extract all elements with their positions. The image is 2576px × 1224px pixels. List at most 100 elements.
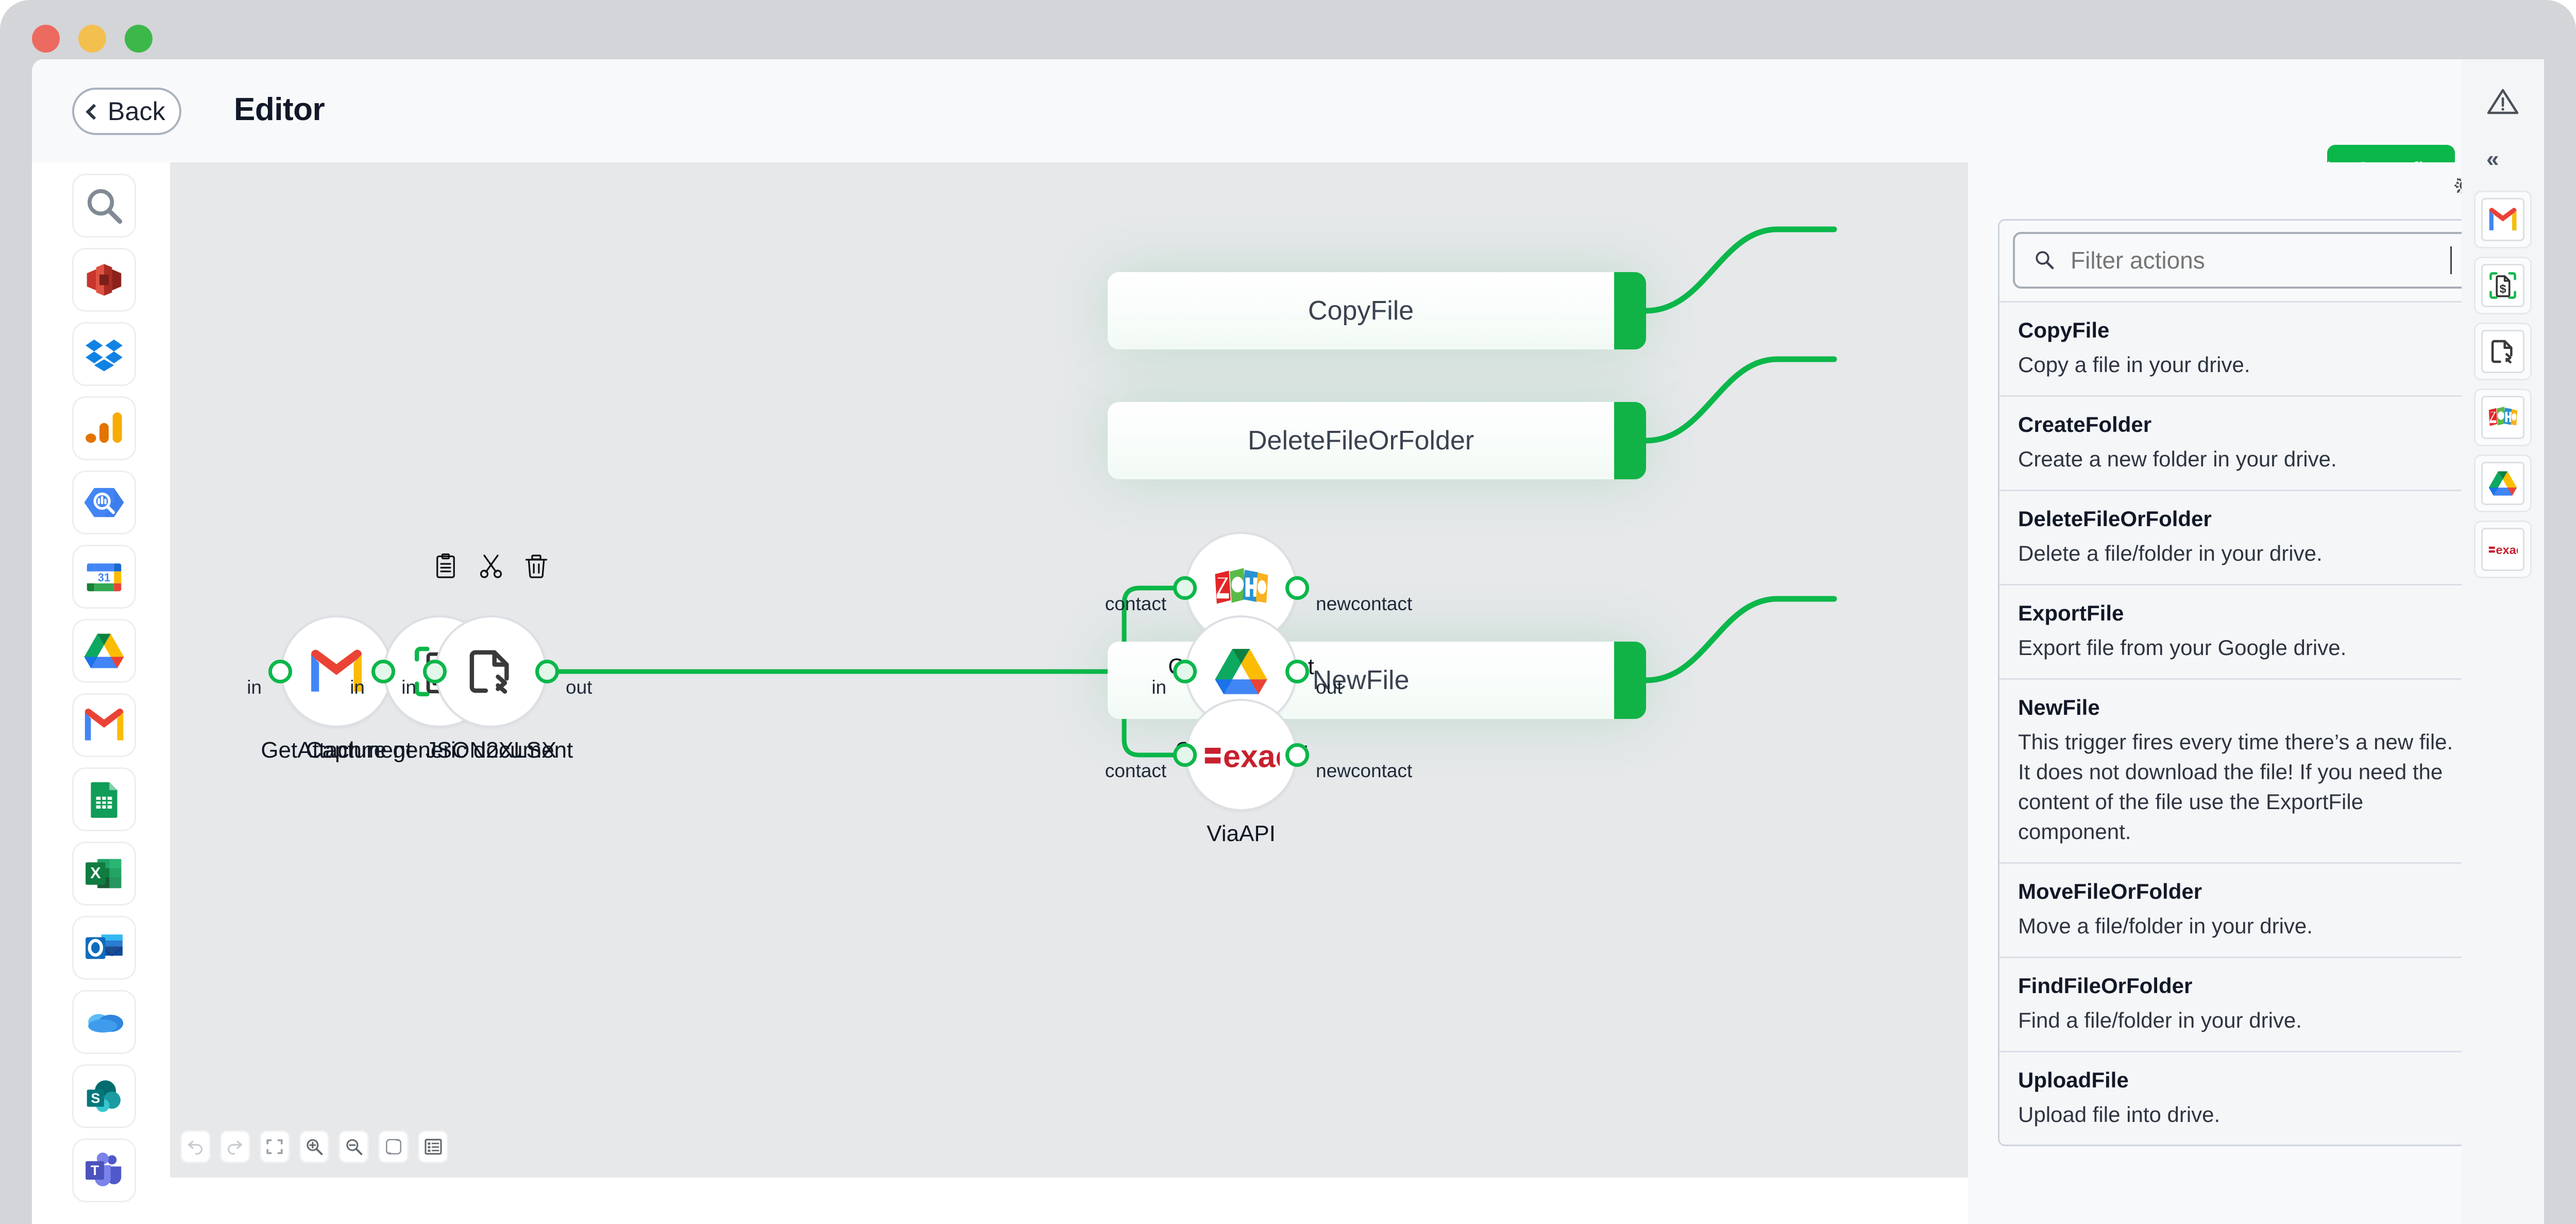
rail-item-search[interactable] xyxy=(72,174,136,238)
filter-field[interactable] xyxy=(2013,232,2471,289)
drop-card-connector-tab[interactable] xyxy=(1614,272,1646,349)
node-circle[interactable] xyxy=(435,615,547,728)
mini-rail-item-exact[interactable] xyxy=(2474,521,2532,578)
node-input-label: in xyxy=(401,677,416,698)
left-icon-rail xyxy=(32,162,170,1224)
actions-list: CopyFile Copy a file in your drive. Create… xyxy=(1999,301,2485,1145)
rail-item-gmail[interactable] xyxy=(72,693,136,757)
back-button[interactable]: Back xyxy=(72,88,181,135)
rail-item-microsoft-excel[interactable] xyxy=(72,842,136,906)
action-name: FindFileOrFolder xyxy=(2018,973,2193,998)
action-item[interactable]: UploadFile Upload file into drive. xyxy=(1999,1050,2485,1145)
drop-card-deletefileorfolder[interactable]: DeleteFileOrFolder xyxy=(1108,402,1646,479)
action-name: CreateFolder xyxy=(2018,412,2152,437)
node-input-label: in xyxy=(350,677,365,698)
list-view-button[interactable] xyxy=(418,1130,449,1163)
drop-card-copyfile[interactable]: CopyFile xyxy=(1108,272,1646,349)
action-item[interactable]: CopyFile Copy a file in your drive. xyxy=(1999,301,2485,395)
action-item[interactable]: FindFileOrFolder Find a file/folder in yo… xyxy=(1999,956,2485,1051)
fit-view-button[interactable] xyxy=(259,1130,290,1163)
node-input-label: in xyxy=(247,677,262,698)
node-input-port[interactable] xyxy=(1173,660,1197,683)
rail-item-aws-s3[interactable] xyxy=(72,248,136,312)
drop-card-connector-tab[interactable] xyxy=(1614,642,1646,719)
google-analytics-icon xyxy=(86,412,122,443)
back-button-label: Back xyxy=(108,97,165,126)
mini-rail-item-json2xlsx[interactable] xyxy=(2474,323,2532,380)
dropbox-icon xyxy=(86,339,123,372)
window-titlebar xyxy=(0,0,2576,59)
node-input-port[interactable] xyxy=(268,660,292,683)
zoom-in-button[interactable] xyxy=(299,1130,330,1163)
mini-rail-icon-frame xyxy=(2481,528,2524,571)
rail-item-bigquery[interactable] xyxy=(72,471,136,534)
action-item[interactable]: MoveFileOrFolder Move a file/folder in yo… xyxy=(1999,862,2485,957)
minimap-icon xyxy=(385,1139,401,1154)
node-input-port[interactable] xyxy=(1173,576,1197,600)
node-circle[interactable] xyxy=(1185,699,1297,811)
drop-card-label: CopyFile xyxy=(1308,296,1414,326)
mini-rail-item-zoho[interactable] xyxy=(2474,389,2532,446)
rail-item-onedrive[interactable] xyxy=(72,990,136,1054)
page-title: Editor xyxy=(234,92,325,127)
window-minimize-button[interactable] xyxy=(78,25,106,53)
warning-icon[interactable] xyxy=(2486,85,2519,118)
drop-card-label: DeleteFileOrFolder xyxy=(1247,426,1475,456)
rail-item-google-sheets[interactable] xyxy=(72,767,136,831)
google-drive-icon xyxy=(84,633,124,668)
collapse-rail-button[interactable]: « xyxy=(2486,148,2519,171)
action-item[interactable]: NewFile This trigger fires every time the… xyxy=(1999,678,2485,862)
action-description: Export file from your Google drive. xyxy=(2018,635,2347,660)
mini-rail-item-gmail[interactable] xyxy=(2474,191,2532,248)
mini-rail-item-capture-document[interactable] xyxy=(2474,257,2532,314)
window-frame: Back Editor » Start flow xyxy=(0,0,2576,1224)
app-header: Back Editor » Start flow xyxy=(32,59,2544,216)
action-item[interactable]: DeleteFileOrFolder Delete a file/folder i… xyxy=(1999,489,2485,584)
rail-item-google-analytics[interactable] xyxy=(72,396,136,460)
node-input-port[interactable] xyxy=(1173,743,1197,767)
node-input-port[interactable] xyxy=(371,660,395,683)
flow-canvas[interactable]: CopyFile DeleteFileOrFolder NewFile in G… xyxy=(170,162,1968,1178)
undo-button[interactable] xyxy=(180,1130,211,1163)
drop-card-connector-tab[interactable] xyxy=(1614,402,1646,479)
rail-item-google-calendar[interactable] xyxy=(72,545,136,609)
redo-button[interactable] xyxy=(219,1130,250,1163)
canvas-toolbar xyxy=(180,1127,449,1167)
window-maximize-button[interactable] xyxy=(125,25,152,53)
node-output-port[interactable] xyxy=(1285,576,1309,600)
node-output-port[interactable] xyxy=(1285,743,1309,767)
node-output-port[interactable] xyxy=(535,660,559,683)
mini-icon-rail: « xyxy=(2462,59,2544,1224)
copy-icon[interactable] xyxy=(432,553,459,580)
json2xlsx-icon xyxy=(463,644,519,699)
mini-rail-item-google-drive[interactable] xyxy=(2474,455,2532,512)
rail-item-google-drive[interactable] xyxy=(72,619,136,683)
delete-icon[interactable] xyxy=(523,553,550,580)
window-close-button[interactable] xyxy=(32,25,60,53)
node-input-label: contact xyxy=(1105,593,1166,614)
fit-view-icon xyxy=(266,1139,283,1154)
exact-icon xyxy=(2488,543,2518,557)
rail-item-microsoft-outlook[interactable] xyxy=(72,916,136,980)
exact-icon xyxy=(1205,739,1280,774)
search-icon xyxy=(83,185,125,227)
action-item[interactable]: ExportFile Export file from your Google d… xyxy=(1999,583,2485,678)
rail-item-sharepoint[interactable] xyxy=(72,1064,136,1128)
node-output-port[interactable] xyxy=(1285,660,1309,683)
zoho-icon xyxy=(1215,568,1268,604)
node-input-port[interactable] xyxy=(423,660,447,683)
mini-rail-icon-frame xyxy=(2481,462,2524,505)
filter-actions-input[interactable] xyxy=(2071,246,2444,274)
action-item[interactable]: CreateFolder Create a new folder in your … xyxy=(1999,395,2485,490)
mini-rail-icon-frame xyxy=(2481,198,2524,241)
rail-item-microsoft-teams[interactable] xyxy=(72,1138,136,1202)
filter-wrapper xyxy=(1999,221,2485,301)
redo-icon xyxy=(228,1141,243,1155)
bigquery-icon xyxy=(83,481,125,524)
zoom-out-button[interactable] xyxy=(338,1130,369,1163)
cut-icon[interactable] xyxy=(478,553,504,580)
actions-panel: CopyFile Copy a file in your drive. Create… xyxy=(1968,162,2544,1224)
action-name: ExportFile xyxy=(2018,600,2124,625)
rail-item-dropbox[interactable] xyxy=(72,322,136,386)
minimap-button[interactable] xyxy=(378,1130,409,1163)
